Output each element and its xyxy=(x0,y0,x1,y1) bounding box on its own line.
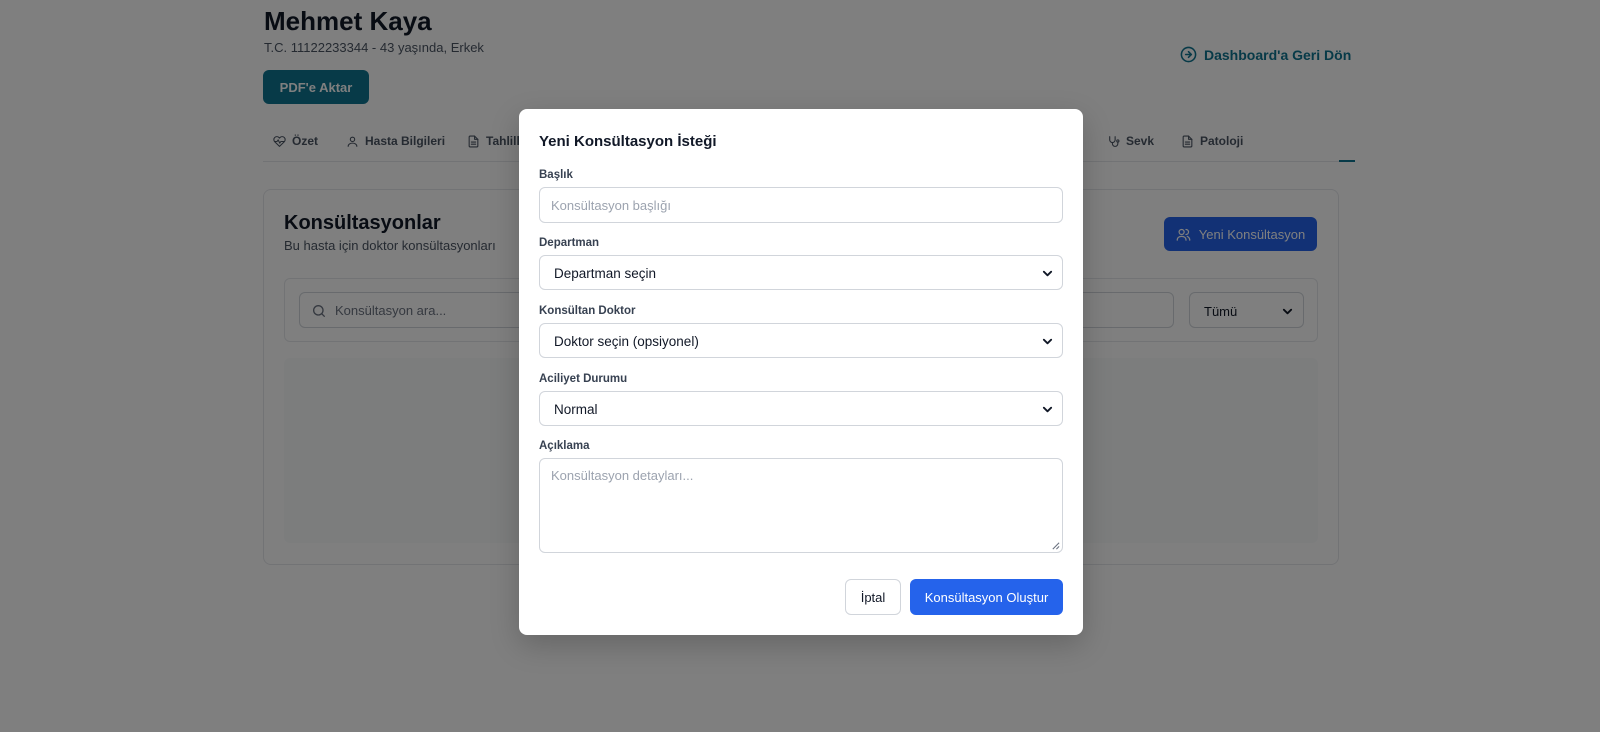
description-placeholder: Konsültasyon detayları... xyxy=(551,468,694,483)
chevron-down-icon xyxy=(1042,338,1053,345)
modal-title: Yeni Konsültasyon İsteği xyxy=(539,133,717,150)
doctor-field-label: Konsültan Doktor xyxy=(539,305,636,317)
title-placeholder: Konsültasyon başlığı xyxy=(551,198,671,213)
create-consultation-button[interactable]: Konsültasyon Oluştur xyxy=(910,579,1063,615)
urgency-select[interactable]: Normal xyxy=(539,391,1063,426)
description-textarea[interactable]: Konsültasyon detayları... xyxy=(539,458,1063,553)
new-consultation-modal: Yeni Konsültasyon İsteği Başlık Konsülta… xyxy=(519,109,1083,635)
doctor-select[interactable]: Doktor seçin (opsiyonel) xyxy=(539,323,1063,358)
chevron-down-icon xyxy=(1042,270,1053,277)
department-select[interactable]: Departman seçin xyxy=(539,255,1063,290)
chevron-down-icon xyxy=(1042,406,1053,413)
department-value: Departman seçin xyxy=(554,266,657,281)
description-field-label: Açıklama xyxy=(539,440,590,452)
urgency-value: Normal xyxy=(554,402,598,417)
urgency-field-label: Aciliyet Durumu xyxy=(539,373,628,385)
cancel-button[interactable]: İptal xyxy=(845,579,901,615)
department-field-label: Departman xyxy=(539,237,600,249)
title-field-label: Başlık xyxy=(539,169,573,181)
consultation-title-input[interactable]: Konsültasyon başlığı xyxy=(539,187,1063,223)
resize-grip-icon[interactable] xyxy=(1051,541,1060,550)
doctor-value: Doktor seçin (opsiyonel) xyxy=(554,334,699,349)
